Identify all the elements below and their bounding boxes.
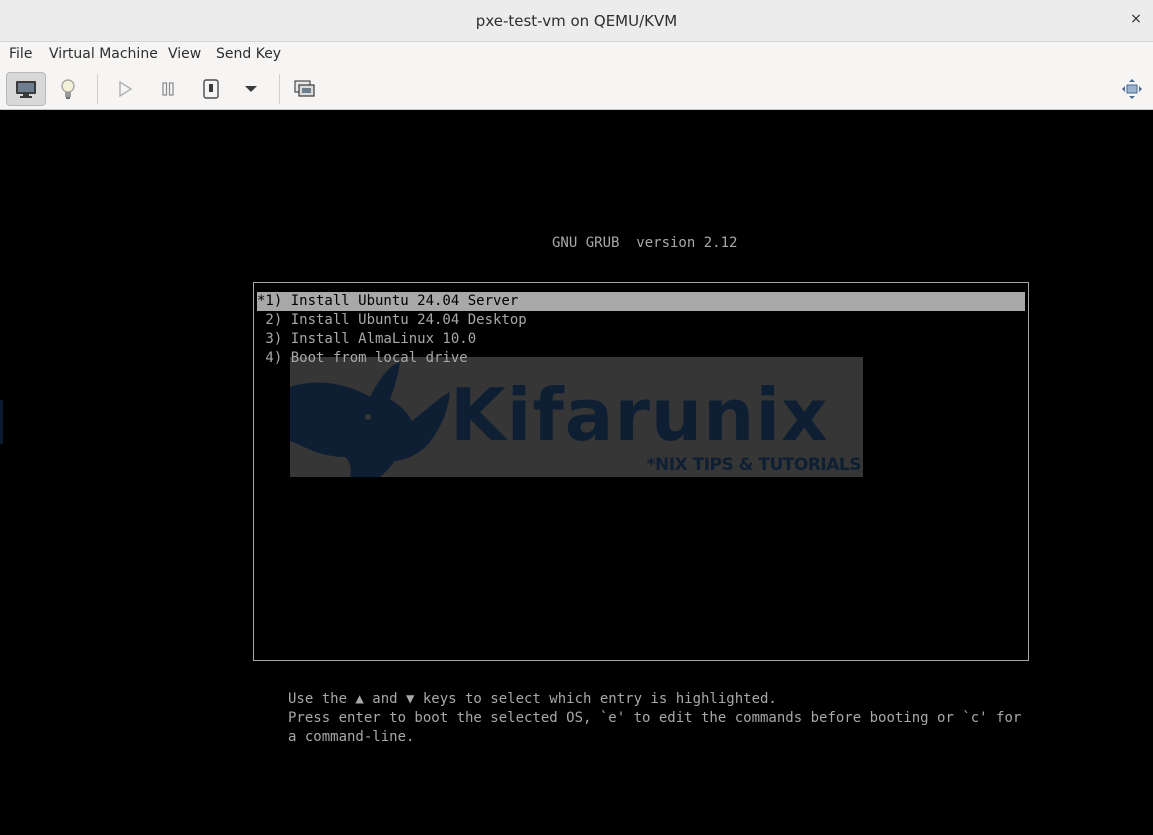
grub-entry-almalinux[interactable]: 3) Install AlmaLinux 10.0 xyxy=(257,330,1025,349)
menubar: File Virtual Machine View Send Key xyxy=(0,42,1153,68)
menu-view[interactable]: View xyxy=(168,46,201,62)
dropdown-arrow-icon xyxy=(245,86,257,92)
lightbulb-icon xyxy=(61,79,75,99)
window-titlebar: pxe-test-vm on QEMU/KVM × xyxy=(0,0,1153,42)
menu-virtual-machine[interactable]: Virtual Machine xyxy=(49,46,158,62)
screen-edge-marker xyxy=(0,400,3,444)
toolbar-separator xyxy=(97,74,98,104)
close-icon[interactable]: × xyxy=(1127,10,1145,28)
snapshots-button[interactable] xyxy=(285,72,325,106)
grub-help-line-1: Use the ▲ and ▼ keys to select which ent… xyxy=(288,691,777,707)
shutdown-menu-button[interactable] xyxy=(231,72,271,106)
grub-entry-ubuntu-desktop[interactable]: 2) Install Ubuntu 24.04 Desktop xyxy=(257,311,1025,330)
grub-entry-local-drive[interactable]: 4) Boot from local drive xyxy=(257,349,1025,368)
grub-menu-box: *1) Install Ubuntu 24.04 Server 2) Insta… xyxy=(253,282,1029,661)
pause-button[interactable] xyxy=(148,72,188,106)
toolbar xyxy=(0,68,1153,110)
menu-file[interactable]: File xyxy=(9,46,32,62)
power-icon xyxy=(203,79,219,99)
pause-icon xyxy=(162,82,174,96)
resize-icon xyxy=(1122,79,1142,99)
toolbar-separator xyxy=(279,74,280,104)
show-console-button[interactable] xyxy=(6,72,46,106)
window-title: pxe-test-vm on QEMU/KVM xyxy=(475,12,678,30)
grub-help-line-3: a command-line. xyxy=(288,729,415,745)
run-button[interactable] xyxy=(105,72,145,106)
grub-help-line-2: Press enter to boot the selected OS, `e'… xyxy=(288,710,1022,726)
show-details-button[interactable] xyxy=(48,72,88,106)
play-icon xyxy=(119,81,133,97)
menu-send-key[interactable]: Send Key xyxy=(216,46,281,62)
grub-entry-ubuntu-server[interactable]: *1) Install Ubuntu 24.04 Server xyxy=(257,292,1025,311)
vm-console-screen[interactable]: GNU GRUB version 2.12 Kifarunix *NIX TIP… xyxy=(0,110,1153,835)
monitor-icon xyxy=(16,81,36,98)
grub-title: GNU GRUB version 2.12 xyxy=(552,235,738,251)
fullscreen-button[interactable] xyxy=(1112,72,1152,106)
snapshots-icon xyxy=(294,80,315,97)
shutdown-button[interactable] xyxy=(191,72,231,106)
